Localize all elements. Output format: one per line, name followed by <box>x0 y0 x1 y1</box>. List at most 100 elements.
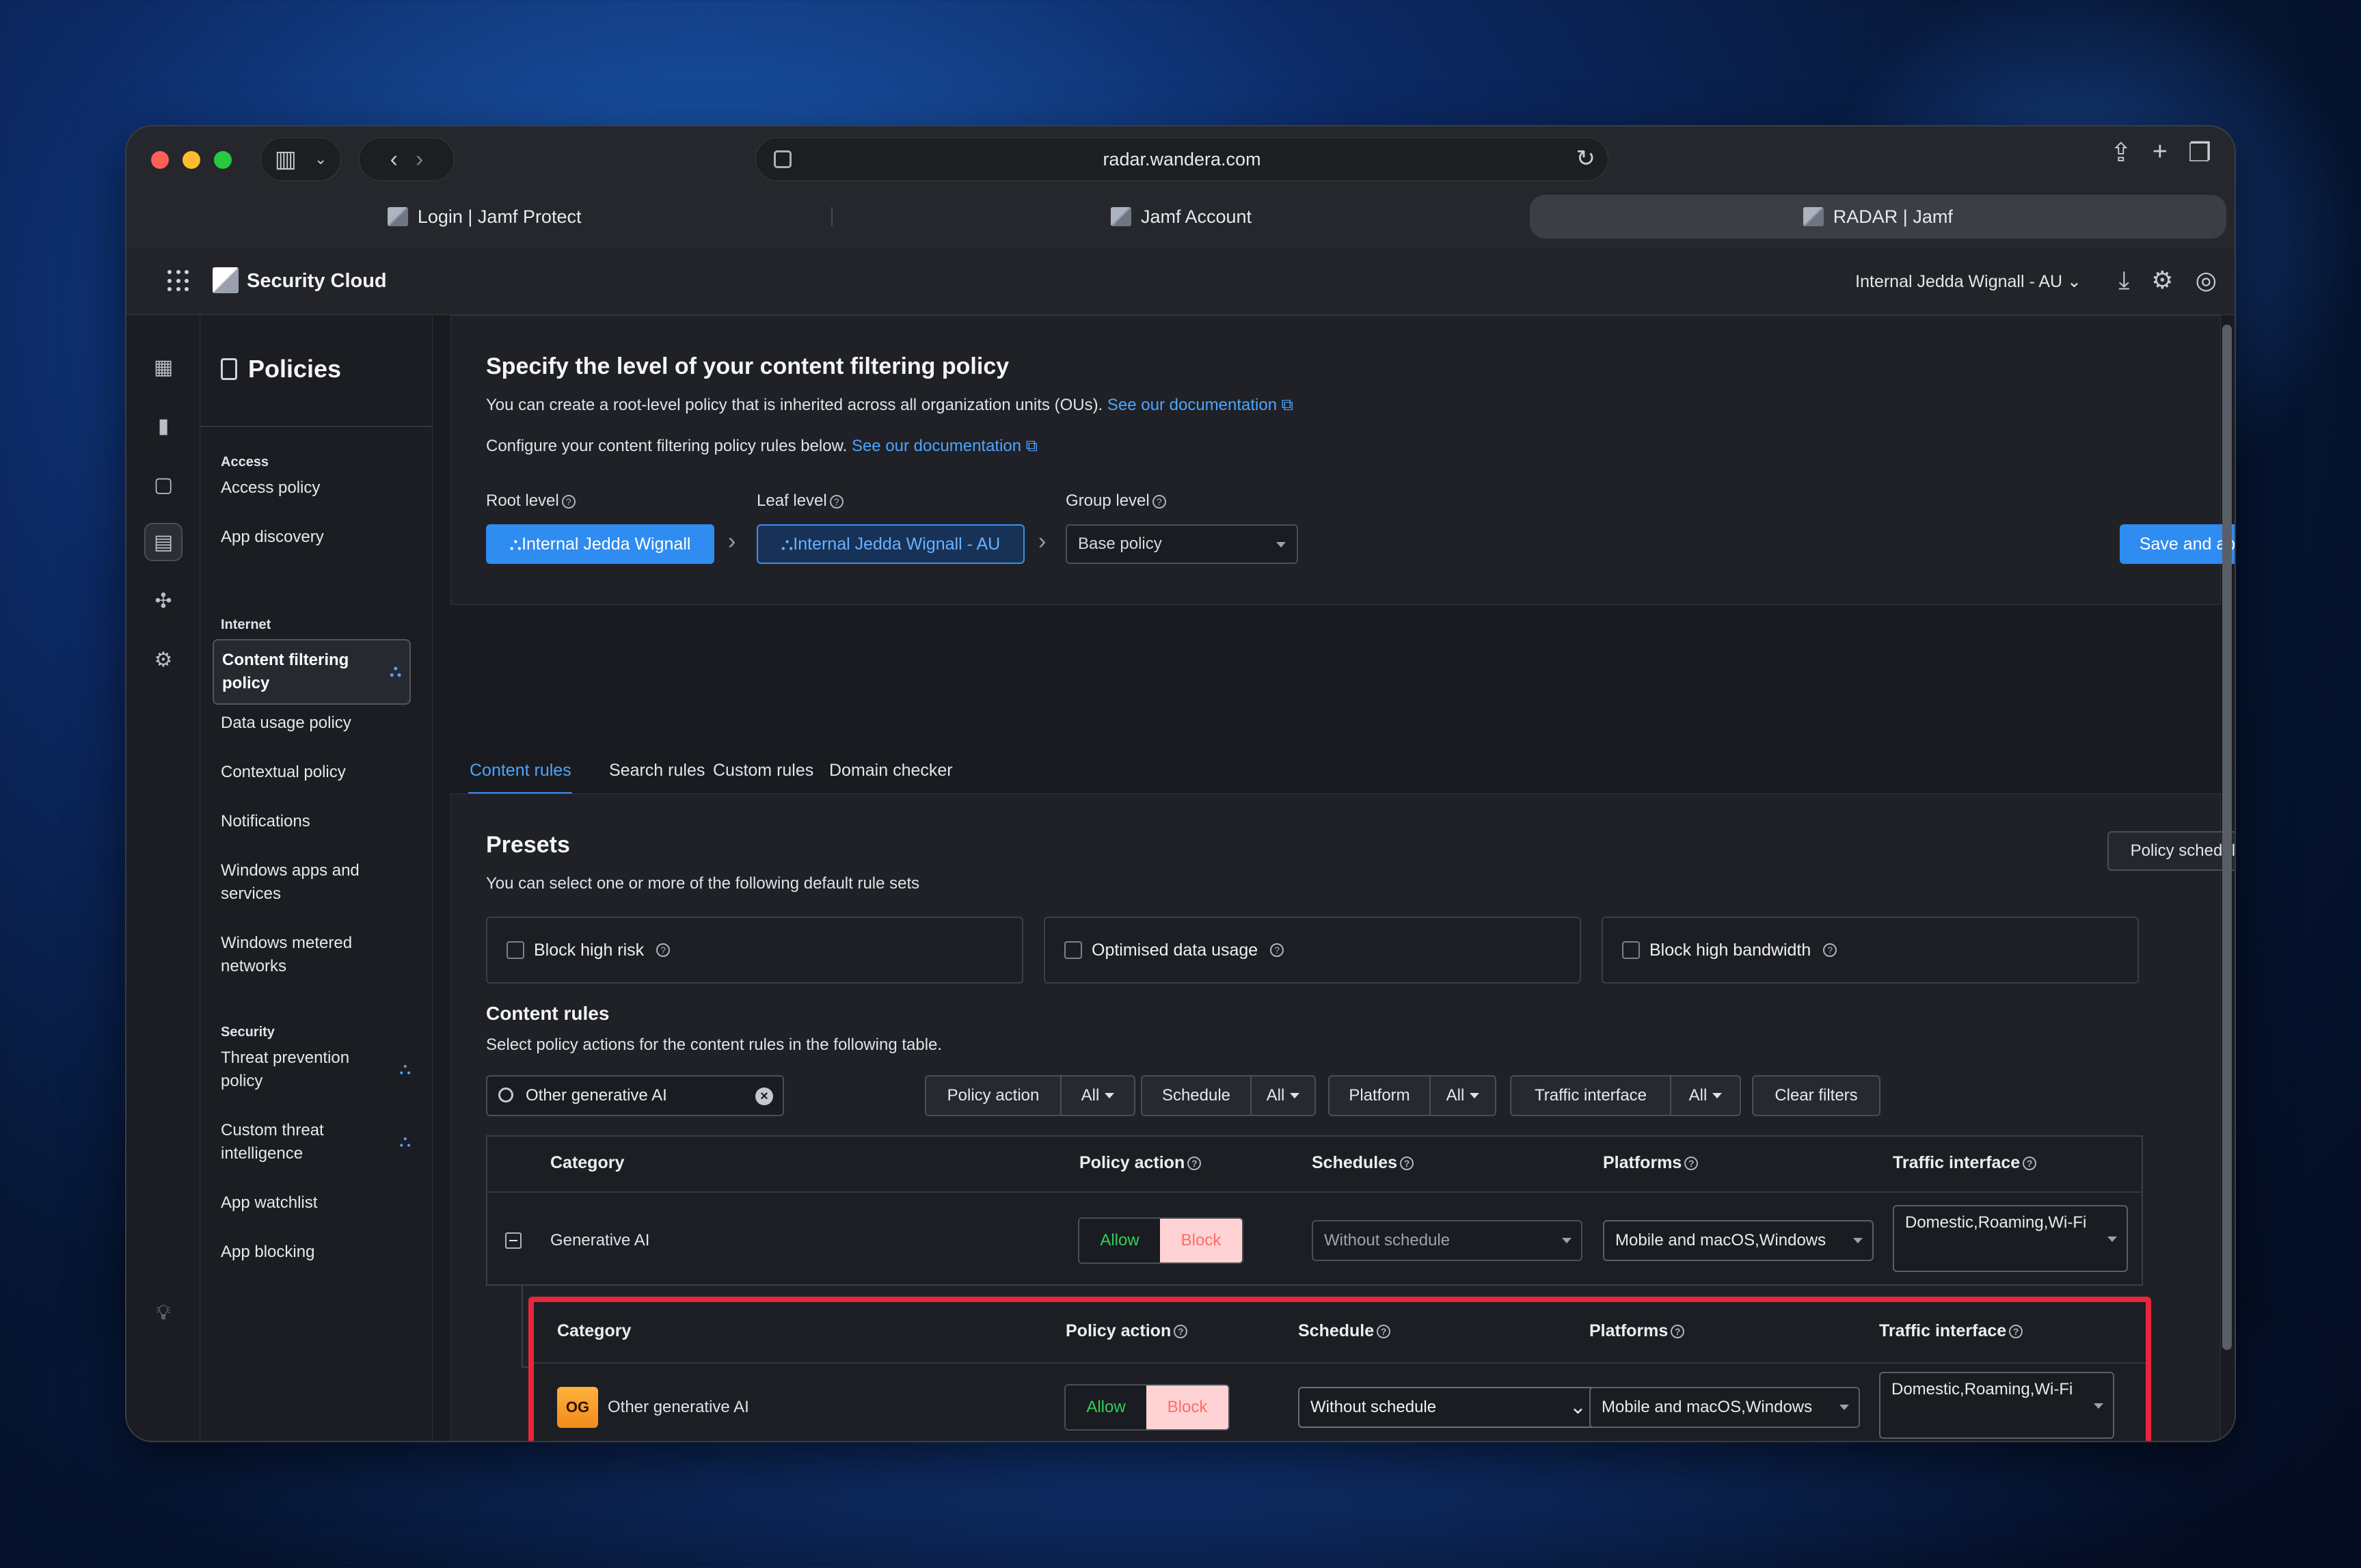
block-option[interactable]: Block <box>1160 1219 1242 1262</box>
block-option[interactable]: Block <box>1146 1385 1228 1429</box>
tab-content-rules[interactable]: Content rules <box>470 761 571 781</box>
tab-search-rules[interactable]: Search rules <box>609 761 705 781</box>
group-level-select[interactable]: Base policy <box>1066 524 1298 564</box>
allow-option[interactable]: Allow <box>1079 1219 1160 1262</box>
tab-custom-rules[interactable]: Custom rules <box>713 761 813 781</box>
policy-schedules-button[interactable]: Policy schedules <box>2107 831 2235 871</box>
leaf-level-button[interactable]: ⛬ Internal Jedda Wignall - AU <box>757 524 1025 564</box>
filter-traffic-value[interactable]: All <box>1670 1075 1741 1116</box>
sidebar-item-content-filtering[interactable]: Content filtering policy ⛬ <box>213 639 411 705</box>
chevron-right-icon: › <box>728 528 736 554</box>
sidebar-toggle-button[interactable]: ▥ ⌄ <box>260 137 341 181</box>
sidebar-item-contextual[interactable]: Contextual policy <box>221 761 419 784</box>
settings-icon[interactable]: ⚙ <box>144 640 183 679</box>
help-icon[interactable]: ? <box>1823 943 1837 957</box>
help-icon[interactable]: ? <box>656 943 671 957</box>
policy-action-toggle[interactable]: Allow Block <box>1064 1384 1230 1431</box>
clear-search-icon[interactable]: × <box>755 1087 773 1105</box>
forward-icon[interactable]: › <box>416 146 423 173</box>
help-icon[interactable]: ? <box>1152 494 1166 509</box>
help-icon[interactable]: ? <box>1377 1325 1391 1339</box>
jamf-favicon-icon <box>1110 207 1131 226</box>
gear-icon[interactable]: ⚙ <box>2151 266 2173 295</box>
filter-schedule[interactable]: Schedule <box>1141 1075 1252 1116</box>
filter-schedule-value[interactable]: All <box>1250 1075 1316 1116</box>
help-icon[interactable]: ? <box>1671 1325 1685 1339</box>
sidebar-item-notifications[interactable]: Notifications <box>221 810 419 833</box>
tab-overview-icon[interactable]: ❐ <box>2188 137 2211 168</box>
user-icon[interactable]: ◎ <box>2196 266 2217 295</box>
traffic-interface-select[interactable]: Domestic,Roaming,Wi-Fi <box>1893 1205 2128 1272</box>
traffic-interface-select[interactable]: Domestic,Roaming,Wi-Fi <box>1879 1372 2114 1439</box>
sidebar-item-access-policy[interactable]: Access policy <box>221 476 419 500</box>
checkbox[interactable] <box>507 941 524 959</box>
help-icon[interactable]: ? <box>1400 1157 1414 1171</box>
sidebar-item-custom-threat[interactable]: Custom threat intelligence ⛬ <box>221 1119 419 1165</box>
clear-filters-button[interactable]: Clear filters <box>1752 1075 1880 1116</box>
documentation-link[interactable]: See our documentation ⧉ <box>1107 396 1293 414</box>
filter-platform[interactable]: Platform <box>1328 1075 1431 1116</box>
app-switcher-icon[interactable] <box>167 270 191 293</box>
documentation-link[interactable]: See our documentation ⧉ <box>852 437 1038 455</box>
checkbox[interactable] <box>1064 941 1082 959</box>
filter-traffic-interface[interactable]: Traffic interface <box>1510 1075 1671 1116</box>
platforms-select[interactable]: Mobile and macOS,Windows <box>1603 1220 1874 1261</box>
schedule-select[interactable]: Without schedule <box>1312 1220 1582 1261</box>
help-icon[interactable]: ? <box>829 494 844 509</box>
policies-icon[interactable]: ▤ <box>144 523 183 561</box>
checkbox[interactable] <box>1622 941 1640 959</box>
new-tab-icon[interactable]: + <box>2153 137 2168 168</box>
address-bar[interactable]: radar.wandera.com ↻ <box>755 137 1608 181</box>
preset-optimised-data-usage[interactable]: Optimised data usage? <box>1044 917 1581 984</box>
collapse-row-icon[interactable] <box>505 1232 522 1249</box>
sidebar-item-windows-apps[interactable]: Windows apps and services <box>221 859 392 906</box>
preset-block-high-risk[interactable]: Block high risk? <box>486 917 1023 984</box>
help-icon[interactable]: ? <box>1187 1157 1202 1171</box>
org-selector[interactable]: Internal Jedda Wignall - AU ⌄ <box>1855 271 2081 292</box>
sidebar-item-app-discovery[interactable]: App discovery <box>221 526 419 549</box>
help-icon[interactable]: ? <box>2023 1157 2037 1171</box>
content-rules-table: Category Policy action? Schedules? Platf… <box>486 1135 2143 1286</box>
minimize-window-button[interactable] <box>183 151 200 169</box>
browser-window: ▥ ⌄ ‹ › radar.wandera.com ↻ ⇪ + ❐ Login | … <box>125 125 2236 1442</box>
save-and-apply-button[interactable]: Save and apply <box>2120 524 2235 564</box>
sidebar-item-app-watchlist[interactable]: App watchlist <box>221 1191 419 1215</box>
sidebar-item-threat-prevention[interactable]: Threat prevention policy ⛬ <box>221 1046 419 1093</box>
back-icon[interactable]: ‹ <box>390 146 398 173</box>
platforms-select[interactable]: Mobile and macOS,Windows <box>1589 1387 1860 1428</box>
sidebar-item-app-blocking[interactable]: App blocking <box>221 1241 419 1264</box>
browser-tab-active[interactable]: RADAR | Jamf <box>1529 195 2226 239</box>
download-icon[interactable]: ⤓ <box>2118 266 2129 295</box>
help-icon[interactable]: ? <box>2009 1325 2023 1339</box>
chevron-down-icon: ⌄ <box>1569 1396 1587 1418</box>
sidebar-item-data-usage[interactable]: Data usage policy <box>221 712 419 735</box>
search-input[interactable]: Other generative AI × <box>486 1075 784 1116</box>
zoom-window-button[interactable] <box>214 151 232 169</box>
help-icon[interactable]: ? <box>561 494 576 509</box>
close-window-button[interactable] <box>151 151 169 169</box>
preset-block-high-bandwidth[interactable]: Block high bandwidth? <box>1602 917 2139 984</box>
policy-action-toggle[interactable]: Allow Block <box>1078 1217 1243 1264</box>
scrollbar[interactable] <box>2222 325 2232 1350</box>
root-level-button[interactable]: ⛬ Internal Jedda Wignall <box>486 524 714 564</box>
filter-platform-value[interactable]: All <box>1429 1075 1496 1116</box>
share-icon[interactable]: ⇪ <box>2110 137 2132 168</box>
dashboard-icon[interactable]: ▦ <box>144 348 183 386</box>
schedule-select[interactable]: Without schedule ⌄ <box>1298 1387 1599 1428</box>
tab-domain-checker[interactable]: Domain checker <box>829 761 953 781</box>
help-icon[interactable]: ? <box>1684 1157 1699 1171</box>
reports-icon[interactable]: ▮ <box>144 407 183 445</box>
lightbulb-icon[interactable]: 💡︎ <box>144 1294 183 1332</box>
filter-policy-action-value[interactable]: All <box>1060 1075 1135 1116</box>
sidebar-item-windows-metered[interactable]: Windows metered networks <box>221 932 378 978</box>
help-icon[interactable]: ? <box>1174 1325 1188 1339</box>
page-settings-icon[interactable] <box>774 150 792 168</box>
filter-policy-action[interactable]: Policy action <box>925 1075 1062 1116</box>
browser-tab[interactable]: Login | Jamf Protect <box>136 195 833 239</box>
devices-icon[interactable]: ▢ <box>144 465 183 504</box>
reload-icon[interactable]: ↻ <box>1576 145 1596 172</box>
help-icon[interactable]: ? <box>1270 943 1284 957</box>
integrations-icon[interactable]: ✣ <box>144 582 183 620</box>
allow-option[interactable]: Allow <box>1066 1385 1146 1429</box>
browser-tab[interactable]: Jamf Account <box>833 195 1529 239</box>
